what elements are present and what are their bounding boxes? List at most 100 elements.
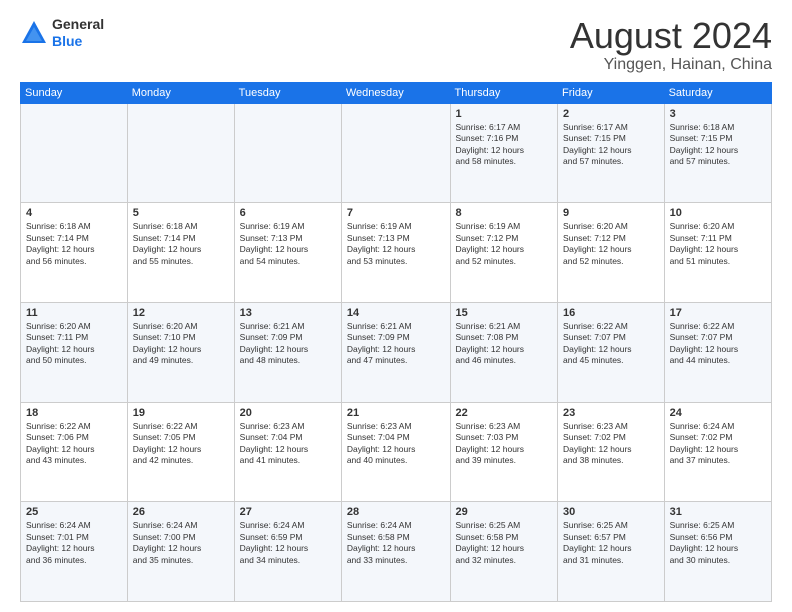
day-number: 14 xyxy=(347,307,445,319)
table-row: 11 Sunrise: 6:20 AM Sunset: 7:11 PM Dayli… xyxy=(21,302,128,402)
title-block: August 2024 Yinggen, Hainan, China xyxy=(570,16,772,74)
logo-general: General xyxy=(52,16,104,32)
day-number: 4 xyxy=(26,207,122,219)
table-row: 7 Sunrise: 6:19 AM Sunset: 7:13 PM Daylig… xyxy=(341,203,450,303)
table-row: 15 Sunrise: 6:21 AM Sunset: 7:08 PM Dayli… xyxy=(450,302,558,402)
table-row: 8Sunrise: 6:19 AM Sunset: 7:12 PM Daylig… xyxy=(450,203,558,303)
col-wednesday: Wednesday xyxy=(341,82,450,103)
table-row: 13 Sunrise: 6:21 AM Sunset: 7:09 PM Dayli… xyxy=(234,302,341,402)
day-number: 6 xyxy=(240,207,336,219)
table-row: 30 Sunrise: 6:25 AM Sunset: 6:57 PM Dayli… xyxy=(558,502,665,602)
day-number: 10 xyxy=(670,207,766,219)
table-row: 5 Sunrise: 6:18 AM Sunset: 7:14 PM Daylig… xyxy=(127,203,234,303)
day-info: Sunrise: 6:20 AM Sunset: 7:10 PM Dayligh… xyxy=(133,321,229,367)
day-info: Sunrise: 6:18 AM Sunset: 7:15 PM Dayligh… xyxy=(670,122,766,168)
day-info: Sunrise: 6:22 AM Sunset: 7:07 PM Dayligh… xyxy=(563,321,659,367)
page: General Blue August 2024 Yinggen, Hainan… xyxy=(0,0,792,612)
day-number: 21 xyxy=(347,407,445,419)
logo-icon xyxy=(20,19,48,47)
col-friday: Friday xyxy=(558,82,665,103)
table-row: 21 Sunrise: 6:23 AM Sunset: 7:04 PM Dayli… xyxy=(341,402,450,502)
table-row: 20Sunrise: 6:23 AM Sunset: 7:04 PM Dayli… xyxy=(234,402,341,502)
table-row: 19 Sunrise: 6:22 AM Sunset: 7:05 PM Dayli… xyxy=(127,402,234,502)
day-info: Sunrise: 6:19 AM Sunset: 7:13 PM Dayligh… xyxy=(347,221,445,267)
day-number: 17 xyxy=(670,307,766,319)
day-number: 2 xyxy=(563,108,659,120)
col-monday: Monday xyxy=(127,82,234,103)
col-tuesday: Tuesday xyxy=(234,82,341,103)
day-number: 15 xyxy=(456,307,553,319)
table-row: 22 Sunrise: 6:23 AM Sunset: 7:03 PM Dayli… xyxy=(450,402,558,502)
day-info: Sunrise: 6:24 AM Sunset: 7:00 PM Dayligh… xyxy=(133,520,229,566)
day-info: Sunrise: 6:24 AM Sunset: 6:58 PM Dayligh… xyxy=(347,520,445,566)
month-title: August 2024 xyxy=(570,16,772,56)
day-info: Sunrise: 6:24 AM Sunset: 6:59 PM Dayligh… xyxy=(240,520,336,566)
day-info: Sunrise: 6:24 AM Sunset: 7:02 PM Dayligh… xyxy=(670,421,766,467)
day-number: 9 xyxy=(563,207,659,219)
day-number: 28 xyxy=(347,506,445,518)
day-info: Sunrise: 6:23 AM Sunset: 7:04 PM Dayligh… xyxy=(240,421,336,467)
calendar-week-row: 11 Sunrise: 6:20 AM Sunset: 7:11 PM Dayli… xyxy=(21,302,772,402)
day-info: Sunrise: 6:24 AM Sunset: 7:01 PM Dayligh… xyxy=(26,520,122,566)
day-number: 29 xyxy=(456,506,553,518)
day-number: 26 xyxy=(133,506,229,518)
day-number: 13 xyxy=(240,307,336,319)
day-number: 11 xyxy=(26,307,122,319)
table-row: 25 Sunrise: 6:24 AM Sunset: 7:01 PM Dayli… xyxy=(21,502,128,602)
logo: General Blue xyxy=(20,16,104,50)
day-info: Sunrise: 6:21 AM Sunset: 7:09 PM Dayligh… xyxy=(347,321,445,367)
day-number: 12 xyxy=(133,307,229,319)
day-info: Sunrise: 6:25 AM Sunset: 6:56 PM Dayligh… xyxy=(670,520,766,566)
calendar-week-row: 1Sunrise: 6:17 AM Sunset: 7:16 PM Daylig… xyxy=(21,103,772,203)
table-row: 1Sunrise: 6:17 AM Sunset: 7:16 PM Daylig… xyxy=(450,103,558,203)
day-number: 16 xyxy=(563,307,659,319)
day-info: Sunrise: 6:20 AM Sunset: 7:11 PM Dayligh… xyxy=(26,321,122,367)
table-row: 12 Sunrise: 6:20 AM Sunset: 7:10 PM Dayli… xyxy=(127,302,234,402)
table-row xyxy=(341,103,450,203)
day-info: Sunrise: 6:21 AM Sunset: 7:09 PM Dayligh… xyxy=(240,321,336,367)
day-info: Sunrise: 6:23 AM Sunset: 7:03 PM Dayligh… xyxy=(456,421,553,467)
table-row xyxy=(21,103,128,203)
day-number: 30 xyxy=(563,506,659,518)
table-row: 18Sunrise: 6:22 AM Sunset: 7:06 PM Dayli… xyxy=(21,402,128,502)
table-row: 31 Sunrise: 6:25 AM Sunset: 6:56 PM Dayli… xyxy=(664,502,771,602)
table-row: 23Sunrise: 6:23 AM Sunset: 7:02 PM Dayli… xyxy=(558,402,665,502)
col-saturday: Saturday xyxy=(664,82,771,103)
table-row: 16 Sunrise: 6:22 AM Sunset: 7:07 PM Dayli… xyxy=(558,302,665,402)
day-info: Sunrise: 6:19 AM Sunset: 7:13 PM Dayligh… xyxy=(240,221,336,267)
calendar-week-row: 4 Sunrise: 6:18 AM Sunset: 7:14 PM Daylig… xyxy=(21,203,772,303)
table-row: 27Sunrise: 6:24 AM Sunset: 6:59 PM Dayli… xyxy=(234,502,341,602)
table-row: 28 Sunrise: 6:24 AM Sunset: 6:58 PM Dayli… xyxy=(341,502,450,602)
col-thursday: Thursday xyxy=(450,82,558,103)
day-info: Sunrise: 6:22 AM Sunset: 7:05 PM Dayligh… xyxy=(133,421,229,467)
day-info: Sunrise: 6:25 AM Sunset: 6:58 PM Dayligh… xyxy=(456,520,553,566)
day-number: 24 xyxy=(670,407,766,419)
table-row: 4 Sunrise: 6:18 AM Sunset: 7:14 PM Daylig… xyxy=(21,203,128,303)
day-info: Sunrise: 6:20 AM Sunset: 7:12 PM Dayligh… xyxy=(563,221,659,267)
day-info: Sunrise: 6:18 AM Sunset: 7:14 PM Dayligh… xyxy=(133,221,229,267)
table-row: 10Sunrise: 6:20 AM Sunset: 7:11 PM Dayli… xyxy=(664,203,771,303)
day-number: 31 xyxy=(670,506,766,518)
header: General Blue August 2024 Yinggen, Hainan… xyxy=(20,16,772,74)
day-number: 25 xyxy=(26,506,122,518)
day-number: 7 xyxy=(347,207,445,219)
day-number: 19 xyxy=(133,407,229,419)
calendar-week-row: 25 Sunrise: 6:24 AM Sunset: 7:01 PM Dayli… xyxy=(21,502,772,602)
table-row: 29 Sunrise: 6:25 AM Sunset: 6:58 PM Dayli… xyxy=(450,502,558,602)
calendar-table: Sunday Monday Tuesday Wednesday Thursday… xyxy=(20,82,772,602)
calendar-week-row: 18Sunrise: 6:22 AM Sunset: 7:06 PM Dayli… xyxy=(21,402,772,502)
table-row: 6 Sunrise: 6:19 AM Sunset: 7:13 PM Daylig… xyxy=(234,203,341,303)
day-info: Sunrise: 6:17 AM Sunset: 7:15 PM Dayligh… xyxy=(563,122,659,168)
day-number: 23 xyxy=(563,407,659,419)
day-number: 5 xyxy=(133,207,229,219)
location-title: Yinggen, Hainan, China xyxy=(570,56,772,74)
day-info: Sunrise: 6:22 AM Sunset: 7:06 PM Dayligh… xyxy=(26,421,122,467)
day-info: Sunrise: 6:19 AM Sunset: 7:12 PM Dayligh… xyxy=(456,221,553,267)
logo-text: General Blue xyxy=(52,16,104,50)
day-number: 1 xyxy=(456,108,553,120)
day-info: Sunrise: 6:18 AM Sunset: 7:14 PM Dayligh… xyxy=(26,221,122,267)
day-info: Sunrise: 6:23 AM Sunset: 7:04 PM Dayligh… xyxy=(347,421,445,467)
day-number: 22 xyxy=(456,407,553,419)
day-info: Sunrise: 6:25 AM Sunset: 6:57 PM Dayligh… xyxy=(563,520,659,566)
day-info: Sunrise: 6:21 AM Sunset: 7:08 PM Dayligh… xyxy=(456,321,553,367)
